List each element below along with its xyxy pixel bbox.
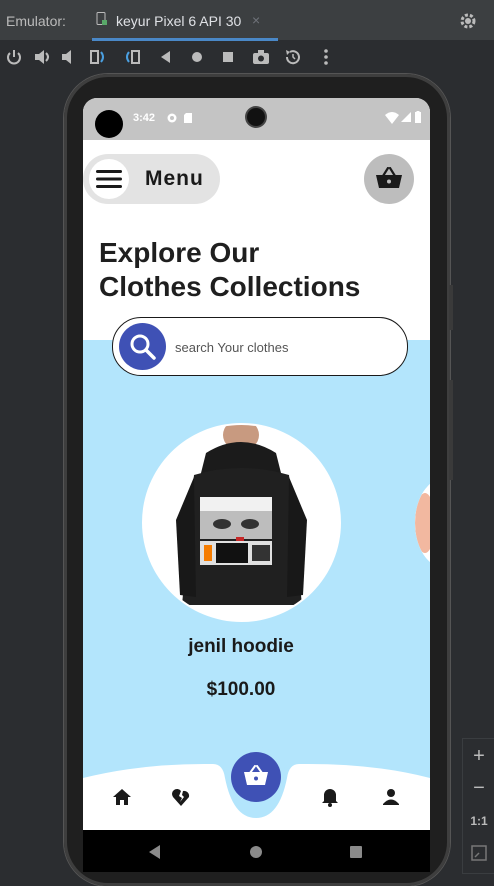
power-icon[interactable]	[4, 47, 24, 67]
notification-icon[interactable]	[319, 786, 341, 808]
device-icon	[96, 12, 107, 25]
basket-icon	[244, 765, 268, 785]
device-side-button	[449, 285, 453, 330]
page-title-line2: Clothes Collections	[99, 271, 361, 302]
status-app-icon	[167, 113, 177, 123]
wifi-icon	[385, 112, 399, 124]
broken-heart-icon[interactable]	[170, 786, 192, 808]
gear-icon[interactable]	[458, 11, 478, 31]
back-icon[interactable]	[156, 47, 176, 67]
product-image[interactable]	[144, 425, 339, 620]
basket-icon	[376, 167, 402, 188]
emulator-title: Emulator:	[6, 13, 66, 29]
cart-button[interactable]	[364, 154, 414, 204]
camera-icon[interactable]	[251, 47, 271, 67]
hoodie-image	[144, 425, 339, 620]
home-icon[interactable]	[187, 47, 207, 67]
home-nav-icon[interactable]	[111, 786, 133, 808]
front-camera	[247, 108, 265, 126]
status-bar: 3:42	[83, 98, 430, 140]
search-bar	[112, 317, 408, 376]
product-name: jenil hoodie	[188, 636, 294, 657]
nav-home-icon[interactable]	[246, 842, 266, 862]
signal-icon	[401, 112, 411, 122]
fit-screen-icon[interactable]	[471, 845, 487, 861]
device-screen: 3:42 Menu Explore Our Clothes Collection…	[83, 98, 430, 830]
hamburger-icon	[96, 170, 122, 188]
nav-back-icon[interactable]	[145, 842, 165, 862]
device-volume-button	[449, 380, 453, 480]
status-time: 3:42	[133, 112, 156, 124]
close-icon[interactable]: ×	[252, 12, 260, 28]
device-tab-label: keyur Pixel 6 API 30	[116, 13, 242, 29]
zoom-actual-size-button[interactable]: 1:1	[463, 806, 494, 836]
search-button[interactable]	[119, 323, 166, 370]
nav-overview-icon[interactable]	[346, 842, 366, 862]
more-icon[interactable]	[316, 47, 336, 67]
volume-up-icon[interactable]	[32, 47, 52, 67]
camera-cutout	[95, 110, 123, 138]
sd-card-icon	[184, 113, 192, 123]
page-title-line1: Explore Our	[99, 237, 260, 268]
overview-icon[interactable]	[218, 47, 238, 67]
menu-label: Menu	[145, 167, 204, 190]
battery-icon	[415, 111, 421, 123]
snapshot-icon[interactable]	[283, 47, 303, 67]
product-price: $100.00	[206, 679, 276, 700]
person-icon[interactable]	[380, 786, 402, 808]
search-input[interactable]	[173, 336, 397, 358]
menu-icon-circle	[89, 159, 129, 199]
search-icon	[130, 334, 156, 360]
rotate-left-icon[interactable]	[88, 47, 108, 67]
emulator-toolbar	[0, 41, 494, 73]
volume-down-icon[interactable]	[58, 47, 78, 67]
emulator-title-bar: Emulator: keyur Pixel 6 API 30 ×	[0, 0, 494, 41]
page-title: Explore Our Clothes Collections	[99, 236, 419, 304]
menu-button[interactable]: Menu	[83, 154, 220, 204]
rotate-right-icon[interactable]	[122, 47, 142, 67]
zoom-out-button[interactable]: −	[463, 773, 494, 803]
system-nav-bar	[83, 830, 430, 872]
zoom-panel: + − 1:1	[462, 738, 494, 874]
device-tab[interactable]: keyur Pixel 6 API 30 ×	[92, 0, 278, 41]
zoom-in-button[interactable]: +	[463, 741, 494, 771]
basket-fab-button[interactable]	[231, 752, 281, 802]
